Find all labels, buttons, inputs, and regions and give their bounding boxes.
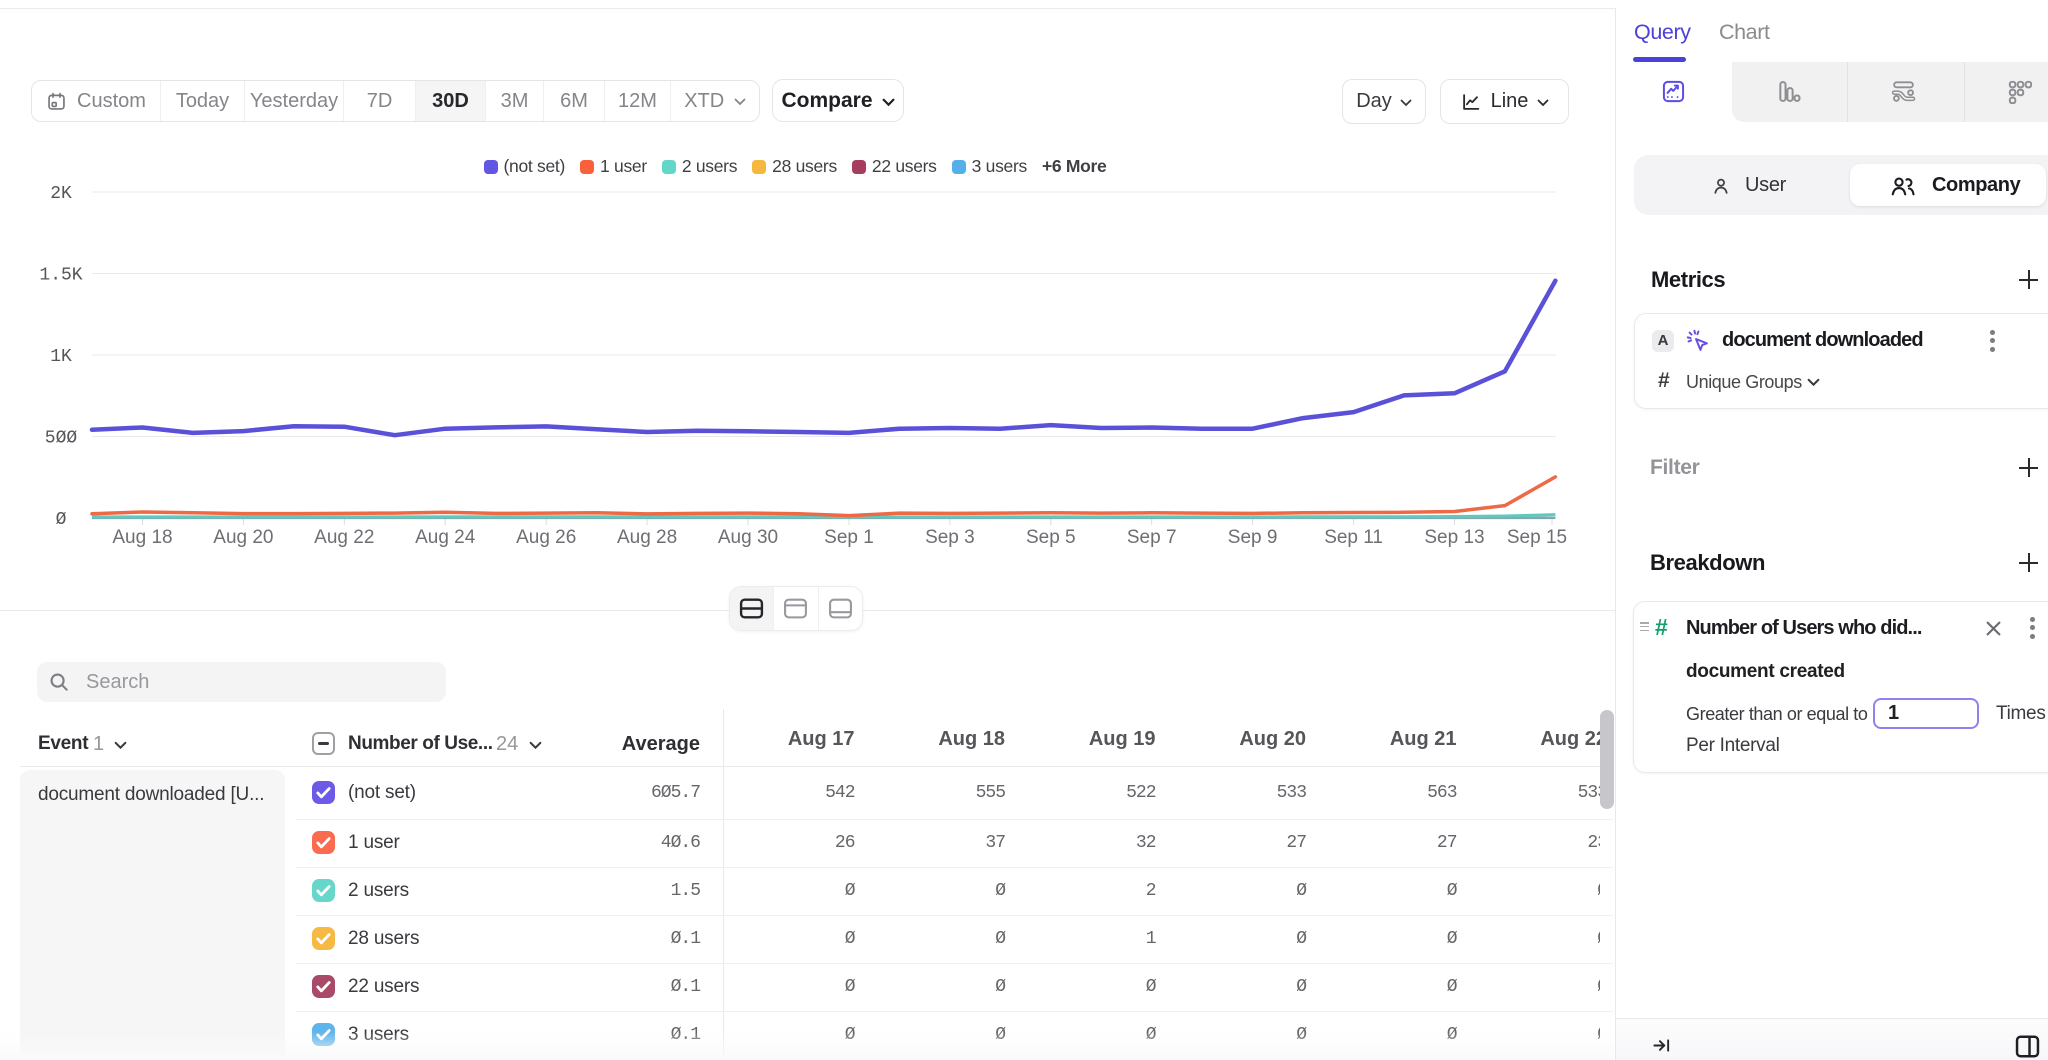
svg-text:Aug 26: Aug 26 xyxy=(516,527,576,548)
svg-text:Aug 20: Aug 20 xyxy=(213,527,273,548)
svg-text:1.5K: 1.5K xyxy=(39,266,82,286)
svg-text:Sep 13: Sep 13 xyxy=(1424,527,1484,548)
svg-text:Aug 18: Aug 18 xyxy=(112,527,172,548)
svg-text:Aug 22: Aug 22 xyxy=(314,527,374,548)
svg-text:Aug 30: Aug 30 xyxy=(718,527,778,548)
svg-text:Sep 9: Sep 9 xyxy=(1228,527,1278,548)
svg-text:Sep 3: Sep 3 xyxy=(925,527,975,548)
svg-text:Aug 24: Aug 24 xyxy=(415,527,476,548)
svg-text:Sep 7: Sep 7 xyxy=(1127,527,1177,548)
svg-text:1K: 1K xyxy=(50,347,72,367)
svg-text:Sep 1: Sep 1 xyxy=(824,527,874,548)
svg-text:Ø: Ø xyxy=(56,510,67,530)
svg-text:Sep 5: Sep 5 xyxy=(1026,527,1076,548)
svg-text:Sep 15: Sep 15 xyxy=(1507,527,1567,548)
svg-text:5ØØ: 5ØØ xyxy=(45,429,78,449)
svg-text:Sep 11: Sep 11 xyxy=(1324,527,1383,548)
svg-text:2K: 2K xyxy=(50,184,72,204)
svg-text:Aug 28: Aug 28 xyxy=(617,527,677,548)
